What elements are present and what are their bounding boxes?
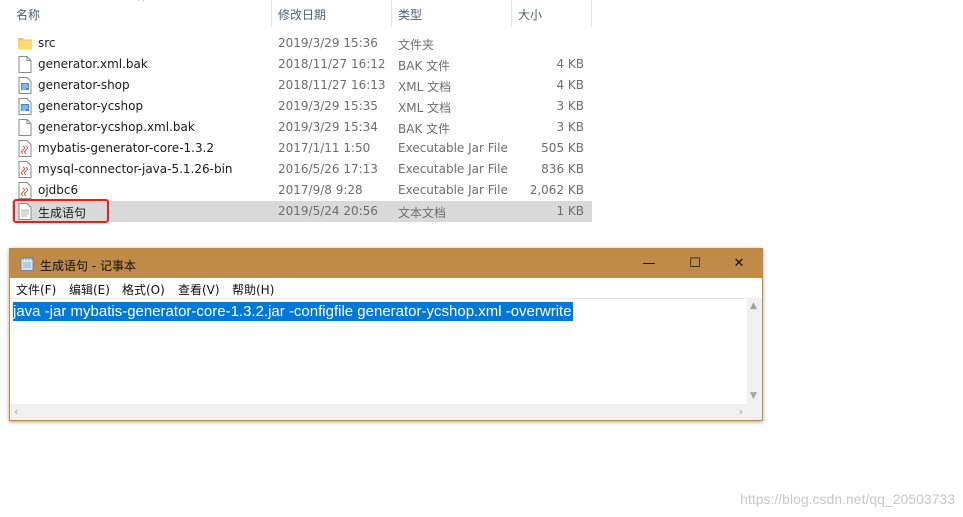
scroll-left-icon[interactable]: ‹ bbox=[14, 405, 18, 418]
file-row[interactable]: mysql-connector-java-5.1.26-bin 2016/5/2… bbox=[12, 159, 592, 180]
file-type: BAK 文件 bbox=[398, 59, 451, 73]
file-size: 2,062 KB bbox=[529, 183, 584, 197]
file-name: mysql-connector-java-5.1.26-bin bbox=[38, 162, 233, 176]
file-type: Executable Jar File bbox=[398, 162, 508, 176]
file-name: generator-shop bbox=[38, 78, 130, 92]
jar-file-icon bbox=[18, 140, 32, 157]
watermark: https://blog.csdn.net/qq_20503733 bbox=[740, 491, 955, 507]
minimize-button[interactable]: — bbox=[626, 249, 672, 278]
scrollbar-corner bbox=[747, 404, 762, 420]
file-size: 836 KB bbox=[541, 162, 584, 176]
file-row[interactable]: mybatis-generator-core-1.3.2 2017/1/11 1… bbox=[12, 138, 592, 159]
file-type: 文件夹 bbox=[398, 38, 435, 52]
scroll-right-icon[interactable]: › bbox=[739, 405, 743, 418]
notepad-menubar: 文件(F) 编辑(E) 格式(O) 查看(V) 帮助(H) bbox=[10, 278, 762, 298]
file-type: XML 文档 bbox=[398, 80, 452, 94]
notepad-editor[interactable]: java -jar mybatis-generator-core-1.3.2.j… bbox=[10, 298, 747, 404]
maximize-button[interactable]: ☐ bbox=[672, 249, 718, 278]
file-type: Executable Jar File bbox=[398, 183, 508, 197]
file-name: mybatis-generator-core-1.3.2 bbox=[38, 141, 215, 155]
notepad-titlebar[interactable]: 生成语句 - 记事本 — ☐ ✕ bbox=[10, 249, 762, 278]
file-date: 2016/5/26 17:13 bbox=[278, 162, 378, 176]
file-row[interactable]: generator-ycshop 2019/3/29 15:35 XML 文档 … bbox=[12, 96, 592, 117]
file-date: 2019/3/29 15:36 bbox=[278, 36, 378, 50]
menu-view[interactable]: 查看(V) bbox=[178, 281, 220, 298]
file-row[interactable]: generator-shop 2018/11/27 16:13 XML 文档 4… bbox=[12, 75, 592, 96]
file-size: 1 KB bbox=[556, 204, 584, 218]
file-icon bbox=[18, 119, 32, 136]
file-type: BAK 文件 bbox=[398, 122, 451, 136]
column-type[interactable]: 类型 bbox=[391, 0, 511, 27]
notepad-icon bbox=[20, 257, 34, 271]
menu-help[interactable]: 帮助(H) bbox=[232, 281, 274, 298]
menu-format[interactable]: 格式(O) bbox=[122, 281, 165, 298]
file-type: XML 文档 bbox=[398, 101, 452, 115]
file-date: 2019/3/29 15:35 bbox=[278, 99, 378, 113]
file-date: 2019/5/24 20:56 bbox=[278, 204, 378, 218]
file-date: 2018/11/27 16:12 bbox=[278, 57, 386, 71]
folder-icon bbox=[18, 38, 32, 50]
xml-file-icon bbox=[18, 98, 32, 115]
file-icon bbox=[18, 56, 32, 73]
horizontal-scrollbar[interactable]: ‹ › bbox=[10, 404, 747, 420]
file-date: 2018/11/27 16:13 bbox=[278, 78, 386, 92]
menu-edit[interactable]: 编辑(E) bbox=[69, 281, 110, 298]
file-size: 4 KB bbox=[556, 57, 584, 71]
jar-file-icon bbox=[18, 182, 32, 199]
file-list: src 2019/3/29 15:36 文件夹 generator.xml.ba… bbox=[12, 33, 592, 222]
file-date: 2017/9/8 9:28 bbox=[278, 183, 363, 197]
jar-file-icon bbox=[18, 161, 32, 178]
file-size: 4 KB bbox=[556, 78, 584, 92]
file-row[interactable]: generator.xml.bak 2018/11/27 16:12 BAK 文… bbox=[12, 54, 592, 75]
column-name[interactable]: 名称 bbox=[10, 0, 271, 27]
file-name: src bbox=[38, 36, 56, 50]
file-name: ojdbc6 bbox=[38, 183, 79, 197]
file-date: 2019/3/29 15:34 bbox=[278, 120, 378, 134]
file-size: 3 KB bbox=[556, 120, 584, 134]
file-row[interactable]: generator-ycshop.xml.bak 2019/3/29 15:34… bbox=[12, 117, 592, 138]
column-date[interactable]: 修改日期 bbox=[271, 0, 391, 27]
file-type: 文本文档 bbox=[398, 206, 447, 220]
file-name: generator-ycshop bbox=[38, 99, 144, 113]
file-size: 505 KB bbox=[541, 141, 584, 155]
file-name: generator.xml.bak bbox=[38, 57, 148, 71]
file-size: 3 KB bbox=[556, 99, 584, 113]
explorer-column-header: ^ 名称 修改日期 类型 大小 bbox=[0, 0, 592, 27]
menu-file[interactable]: 文件(F) bbox=[16, 281, 56, 298]
notepad-title: 生成语句 - 记事本 bbox=[40, 259, 136, 273]
xml-file-icon bbox=[18, 77, 32, 94]
notepad-window: 生成语句 - 记事本 — ☐ ✕ 文件(F) 编辑(E) 格式(O) 查看(V)… bbox=[9, 248, 763, 421]
column-size[interactable]: 大小 bbox=[511, 0, 592, 27]
file-type: Executable Jar File bbox=[398, 141, 508, 155]
close-button[interactable]: ✕ bbox=[716, 249, 762, 278]
selected-command-text[interactable]: java -jar mybatis-generator-core-1.3.2.j… bbox=[13, 302, 573, 321]
file-row[interactable]: ojdbc6 2017/9/8 9:28 Executable Jar File… bbox=[12, 180, 592, 201]
file-name: generator-ycshop.xml.bak bbox=[38, 120, 195, 134]
file-date: 2017/1/11 1:50 bbox=[278, 141, 371, 155]
file-row[interactable]: src 2019/3/29 15:36 文件夹 bbox=[12, 33, 592, 54]
scroll-up-icon[interactable]: ▲ bbox=[750, 301, 757, 311]
scroll-down-icon[interactable]: ▼ bbox=[750, 391, 757, 401]
vertical-scrollbar[interactable]: ▲ ▼ bbox=[747, 298, 762, 404]
red-highlight-box bbox=[13, 199, 109, 223]
